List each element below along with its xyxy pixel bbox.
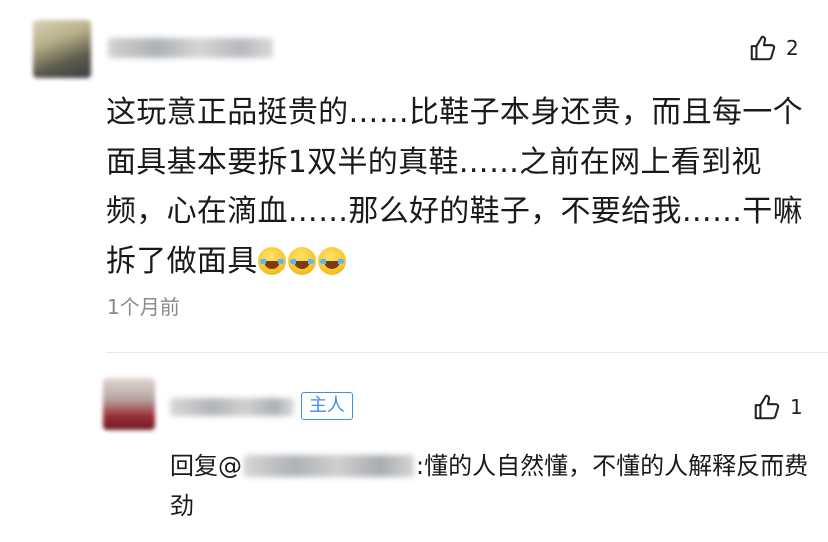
reply-username-blurred[interactable] bbox=[170, 398, 294, 416]
username-blurred[interactable] bbox=[108, 38, 273, 58]
like-button[interactable]: 2 bbox=[748, 33, 799, 63]
emoji-row bbox=[257, 246, 346, 275]
reply-text: 回复@:懂的人自然懂，不懂的人解释反而费劲 bbox=[170, 446, 810, 526]
host-badge: 主人 bbox=[301, 392, 353, 420]
reply-like-button[interactable]: 1 bbox=[752, 392, 803, 422]
reply-prefix: 回复@ bbox=[170, 452, 242, 480]
like-count: 2 bbox=[786, 36, 799, 60]
laugh-cry-emoji-icon bbox=[287, 246, 316, 275]
reply-like-count: 1 bbox=[790, 395, 803, 419]
divider bbox=[106, 352, 828, 353]
mention-blurred[interactable] bbox=[244, 455, 414, 477]
thumbs-up-icon bbox=[748, 33, 778, 63]
thumbs-up-icon bbox=[752, 392, 782, 422]
comment-text: 这玩意正品挺贵的……比鞋子本身还贵，而且每一个面具基本要拆1双半的真鞋……之前在… bbox=[106, 88, 806, 286]
laugh-cry-emoji-icon bbox=[257, 246, 286, 275]
laugh-cry-emoji-icon bbox=[317, 246, 346, 275]
comment-time: 1个月前 bbox=[107, 295, 180, 319]
comment-text-content: 这玩意正品挺贵的……比鞋子本身还贵，而且每一个面具基本要拆1双半的真鞋……之前在… bbox=[106, 95, 803, 279]
reply-avatar[interactable] bbox=[103, 378, 155, 430]
avatar[interactable] bbox=[33, 20, 91, 78]
